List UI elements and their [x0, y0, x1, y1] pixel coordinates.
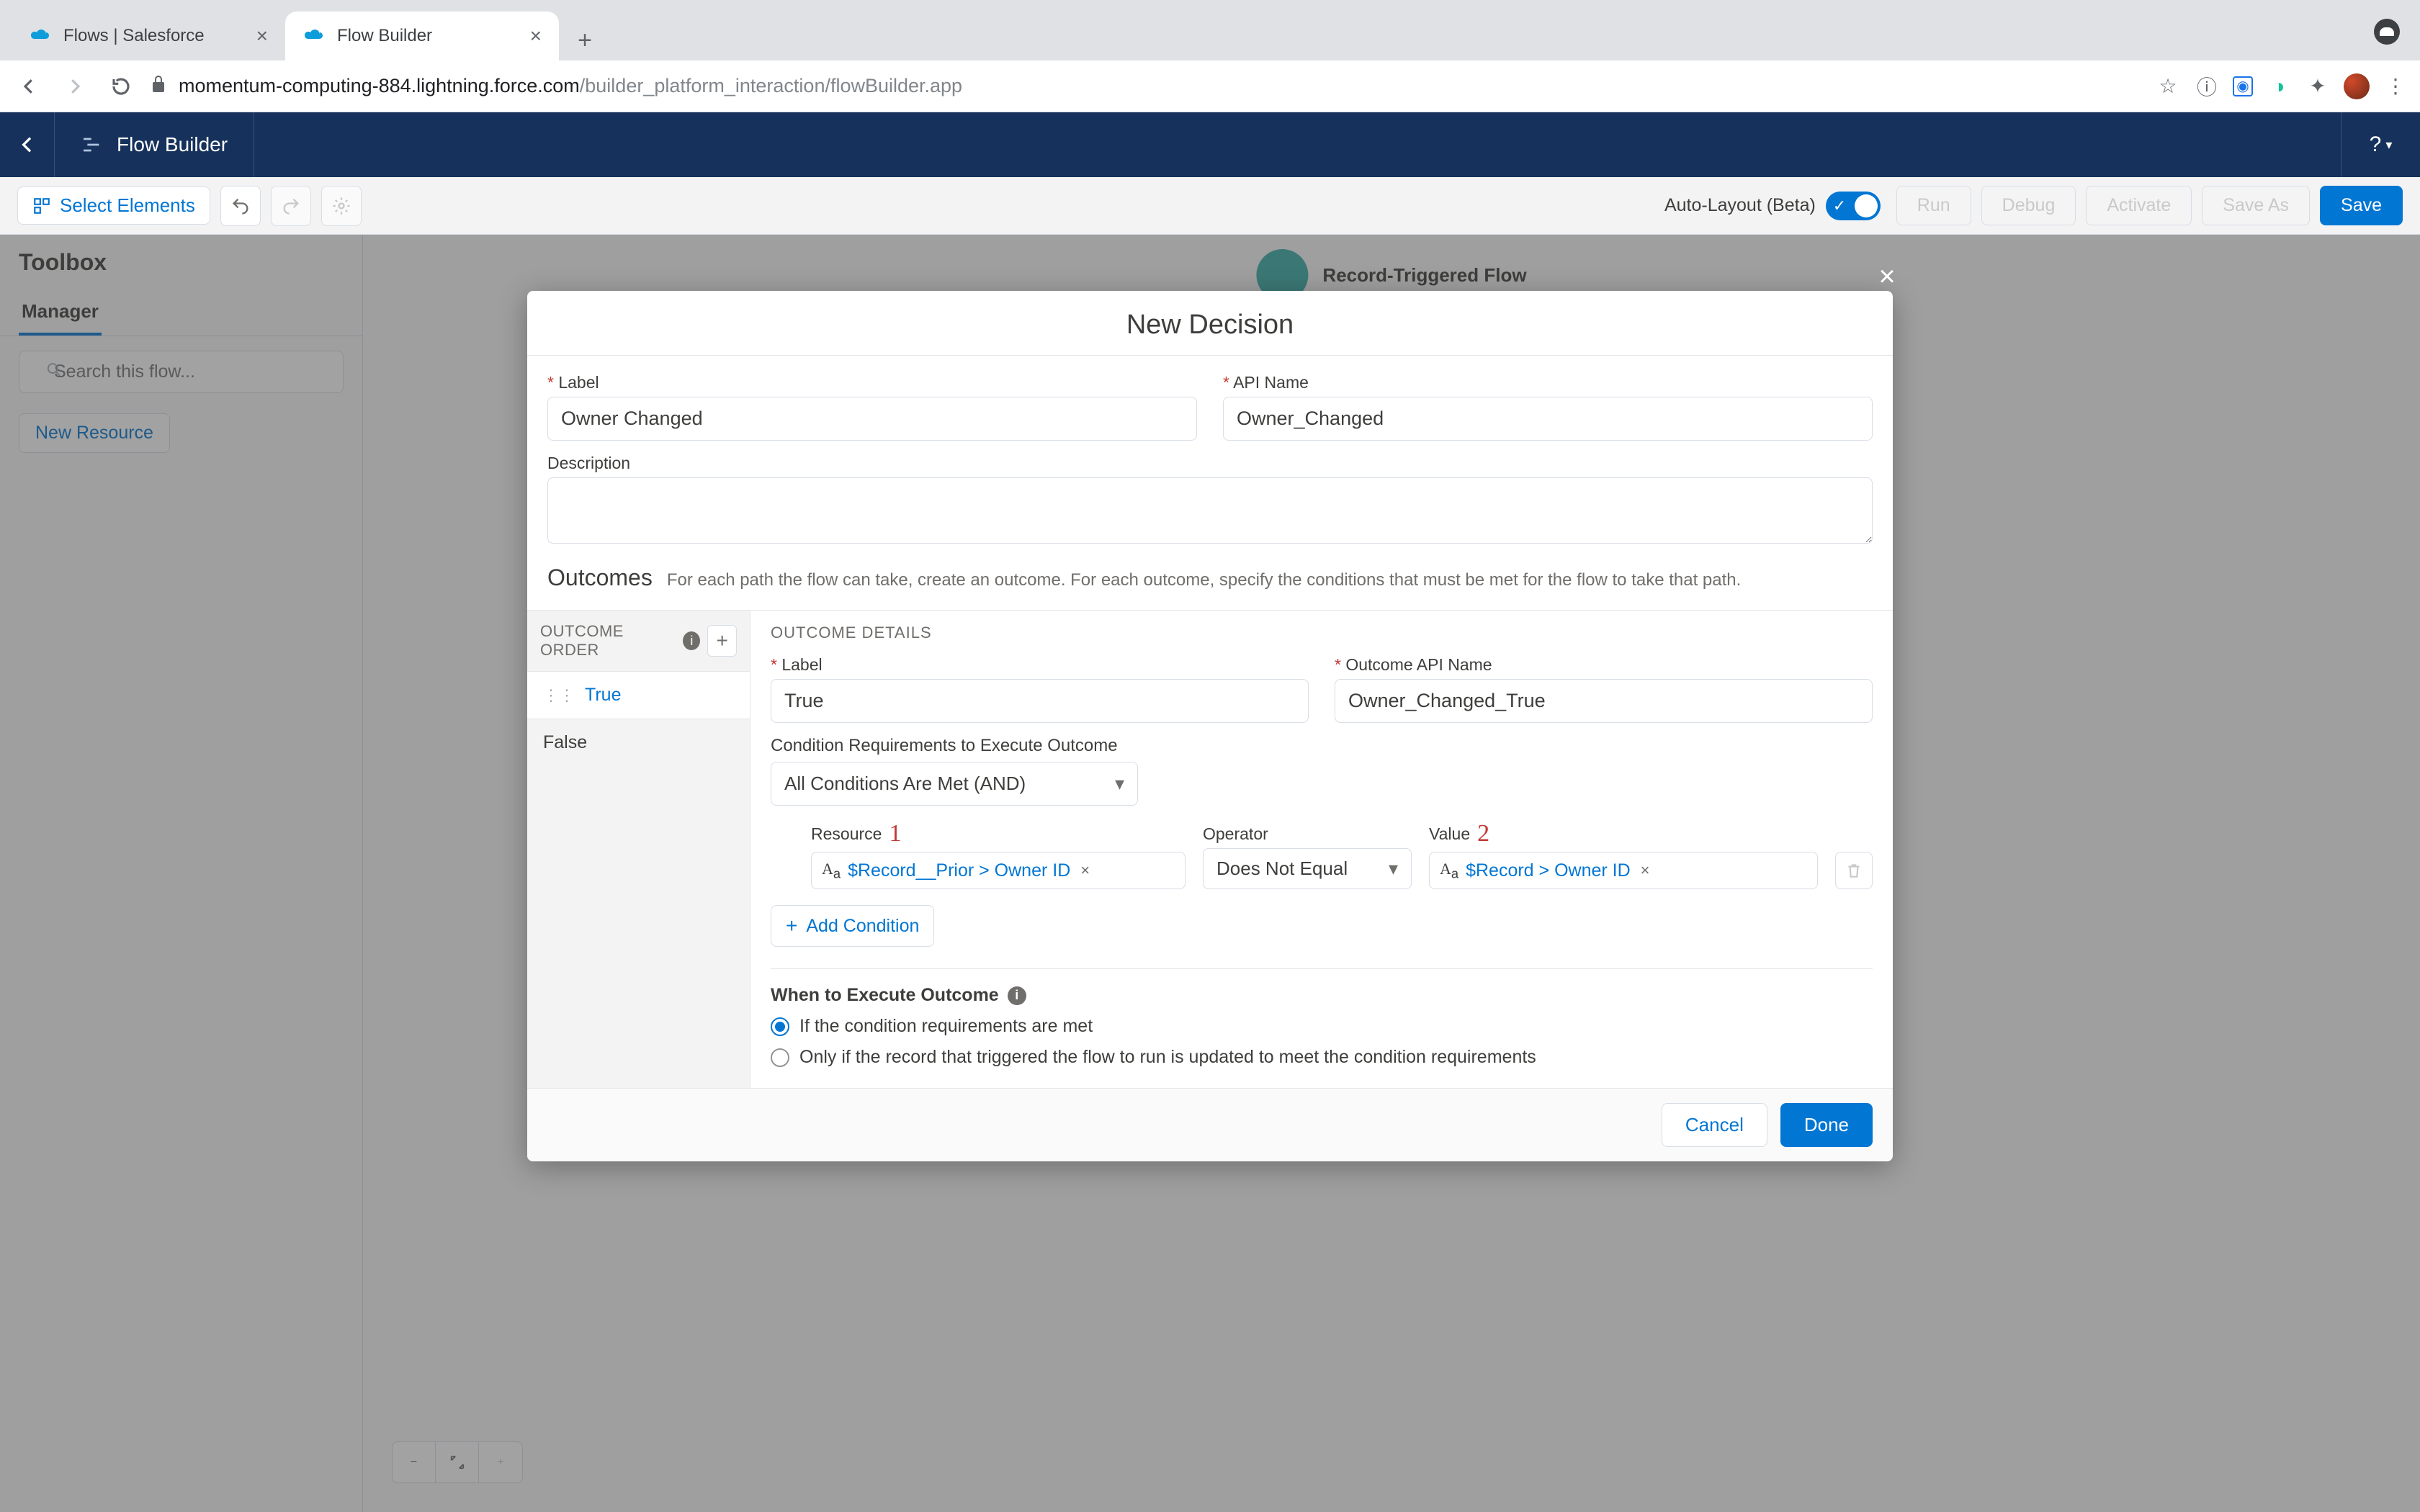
resource-label: Resource	[811, 824, 882, 844]
done-button[interactable]: Done	[1780, 1103, 1873, 1147]
select-elements-button[interactable]: Select Elements	[17, 186, 210, 225]
new-decision-modal: New Decision Label API Name Description …	[527, 291, 1893, 1161]
add-condition-button[interactable]: + Add Condition	[771, 905, 934, 947]
radio-icon	[771, 1017, 789, 1036]
tab-title: Flow Builder	[337, 26, 432, 46]
outcomes-heading: Outcomes	[547, 564, 653, 591]
close-icon[interactable]: ×	[530, 24, 542, 48]
info-icon[interactable]: i	[683, 631, 700, 650]
radio-option-2[interactable]: Only if the record that triggered the fl…	[771, 1047, 1873, 1068]
outcome-item-label: False	[543, 732, 587, 753]
info-icon[interactable]: i	[1008, 986, 1026, 1005]
label-input[interactable]	[547, 397, 1197, 441]
condition-req-label: Condition Requirements to Execute Outcom…	[771, 736, 1873, 756]
help-button[interactable]: ?▾	[2341, 112, 2420, 177]
label-label: Label	[547, 373, 1197, 392]
cancel-button[interactable]: Cancel	[1662, 1103, 1767, 1147]
chrome-menu-icon[interactable]: ⋮	[2383, 73, 2408, 99]
extension-icons: ☆ ⓘ ◉ ◑ ✦ ⋮	[2155, 73, 2408, 99]
outcome-label-input[interactable]	[771, 679, 1309, 723]
cloud-icon	[302, 24, 326, 48]
when-execute-label: When to Execute Outcome	[771, 985, 999, 1006]
redo-button	[271, 186, 311, 226]
address-bar[interactable]: momentum-computing-884.lightning.force.c…	[179, 75, 2143, 97]
browser-tab-inactive[interactable]: Flows | Salesforce ×	[12, 12, 285, 60]
back-button[interactable]	[0, 112, 55, 177]
nav-forward-button[interactable]	[58, 69, 92, 104]
value-label: Value	[1429, 824, 1470, 844]
drag-handle-icon[interactable]: ⋮⋮	[543, 686, 575, 705]
outcome-item[interactable]: ⋮⋮ True	[527, 671, 750, 719]
lock-icon	[150, 73, 167, 99]
annotation-1: 1	[889, 820, 901, 847]
condition-mode-select[interactable]: All Conditions Are Met (AND) ▾	[771, 762, 1138, 806]
radio-icon	[771, 1048, 789, 1067]
new-tab-button[interactable]: +	[565, 20, 605, 60]
app-title: Flow Builder	[55, 112, 254, 177]
add-outcome-button[interactable]: +	[707, 625, 737, 657]
incognito-icon	[2374, 19, 2400, 45]
nav-reload-button[interactable]	[104, 69, 138, 104]
info-icon[interactable]: ⓘ	[2194, 73, 2220, 99]
debug-button: Debug	[1981, 186, 2076, 225]
radio-option-1[interactable]: If the condition requirements are met	[771, 1016, 1873, 1037]
description-label: Description	[547, 454, 1873, 473]
outcomes-subtext: For each path the flow can take, create …	[667, 570, 1741, 590]
outcome-order-label: OUTCOME ORDER	[540, 622, 676, 660]
modal-title: New Decision	[527, 291, 1893, 355]
browser-tab-active[interactable]: Flow Builder ×	[285, 12, 559, 60]
api-name-label: API Name	[1223, 373, 1873, 392]
save-button[interactable]: Save	[2320, 186, 2403, 225]
outcome-item[interactable]: False	[527, 719, 750, 766]
operator-label: Operator	[1203, 824, 1268, 844]
save-as-button: Save As	[2202, 186, 2310, 225]
annotation-2: 2	[1477, 820, 1489, 847]
description-input[interactable]	[547, 477, 1873, 544]
tab-title: Flows | Salesforce	[63, 26, 205, 46]
value-input[interactable]: Aa $Record > Owner ID ×	[1429, 852, 1818, 889]
flow-icon	[81, 133, 104, 156]
outcome-api-input[interactable]	[1335, 679, 1873, 723]
extensions-icon[interactable]: ✦	[2305, 73, 2331, 99]
text-type-icon: Aa	[1440, 860, 1458, 881]
delete-condition-button	[1835, 852, 1873, 889]
auto-layout-label: Auto-Layout (Beta) ✓	[1664, 192, 1881, 220]
run-button: Run	[1896, 186, 1971, 225]
outcome-item-label: True	[585, 685, 621, 706]
activate-button: Activate	[2086, 186, 2192, 225]
close-icon[interactable]: ×	[256, 24, 268, 48]
outcome-api-label: Outcome API Name	[1335, 655, 1873, 675]
cloud-icon	[29, 24, 52, 48]
outcome-details-heading: OUTCOME DETAILS	[771, 624, 1873, 642]
outcome-label-label: Label	[771, 655, 1309, 675]
resource-input[interactable]: Aa $Record__Prior > Owner ID ×	[811, 852, 1186, 889]
grammarly-icon[interactable]: ◑	[2266, 73, 2292, 99]
extension-icon[interactable]: ◉	[2233, 76, 2253, 96]
star-icon[interactable]: ☆	[2155, 73, 2181, 99]
text-type-icon: Aa	[822, 860, 841, 881]
operator-select[interactable]: Does Not Equal ▾	[1203, 848, 1412, 889]
undo-button[interactable]	[220, 186, 261, 226]
clear-icon[interactable]: ×	[1641, 861, 1650, 880]
settings-button	[321, 186, 362, 226]
api-name-input[interactable]	[1223, 397, 1873, 441]
nav-back-button[interactable]	[12, 69, 46, 104]
close-icon[interactable]: ×	[1878, 261, 1895, 292]
auto-layout-toggle[interactable]: ✓	[1826, 192, 1881, 220]
clear-icon[interactable]: ×	[1080, 861, 1090, 880]
profile-avatar[interactable]	[2344, 73, 2370, 99]
